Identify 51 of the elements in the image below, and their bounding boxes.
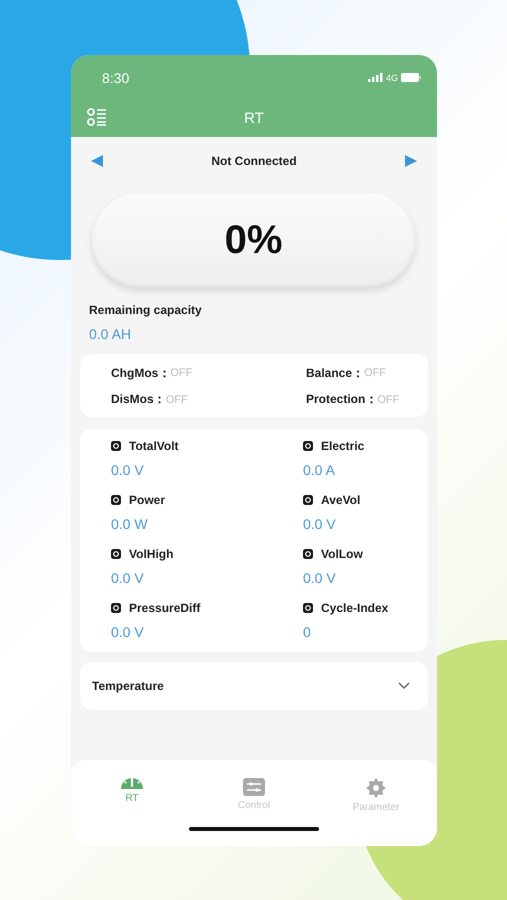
- status-time: 8:30: [102, 70, 130, 86]
- gauge-icon: [121, 778, 143, 789]
- switch-value: OFF: [364, 367, 386, 380]
- metric-label: VolLow: [321, 547, 363, 561]
- switch-value: OFF: [170, 367, 192, 380]
- metric-label: VolHigh: [129, 547, 174, 561]
- metric-value: 0.0 W: [111, 516, 149, 532]
- previous-arrow-icon[interactable]: [91, 155, 103, 167]
- next-arrow-icon[interactable]: [405, 155, 417, 167]
- metric-value: 0.0 V: [303, 570, 337, 586]
- switch-label: Balance：: [306, 364, 364, 382]
- screen-title: RT: [244, 110, 264, 127]
- switch-label: DisMos：: [111, 391, 166, 408]
- metric-icon: [303, 603, 313, 613]
- metric-label: AveVol: [321, 493, 360, 507]
- metric-icon: [303, 495, 313, 505]
- metric-value: 0.0 V: [111, 570, 145, 586]
- tab[interactable]: Parameter: [321, 778, 431, 813]
- charge-gauge: 0%: [92, 193, 415, 287]
- device-status: Not Connected: [211, 154, 297, 168]
- metric-icon: [303, 441, 313, 451]
- switch-value: OFF: [377, 394, 400, 406]
- metric-icon: [111, 495, 121, 505]
- metric-label: PressureDiff: [129, 601, 200, 615]
- battery-icon: [401, 73, 421, 82]
- menu-icon[interactable]: [87, 108, 107, 126]
- capacity-label: Remaining capacity: [89, 303, 203, 317]
- metric-icon: [303, 549, 313, 559]
- metric-label: Cycle-Index: [321, 601, 388, 615]
- metric-icon: [111, 549, 121, 559]
- metric-icon: [111, 603, 121, 613]
- network-label: 4G: [386, 72, 398, 82]
- metric-value: 0: [303, 624, 312, 640]
- metric-label: TotalVolt: [129, 439, 179, 453]
- tab[interactable]: Control: [199, 778, 309, 813]
- metric-value: 0.0 V: [303, 516, 337, 532]
- metric-label: Power: [129, 493, 166, 507]
- metric-label: Electric: [321, 439, 364, 453]
- switch-value: OFF: [166, 394, 188, 406]
- signal-icon: [368, 73, 383, 82]
- metric-value: 0.0 V: [111, 462, 145, 478]
- metric-value: 0.0 V: [111, 624, 145, 640]
- temperature-section[interactable]: Temperature: [80, 662, 428, 710]
- metric-icon: [111, 441, 121, 451]
- tab[interactable]: RT: [77, 778, 187, 813]
- settings-icon: [366, 778, 386, 798]
- switch-label: Protection：: [306, 391, 378, 408]
- metric-value: 0.0 A: [303, 462, 336, 478]
- capacity-value: 0.0 AH: [89, 326, 132, 342]
- switch-label: ChgMos：: [111, 364, 170, 382]
- sliders-icon: [243, 778, 265, 796]
